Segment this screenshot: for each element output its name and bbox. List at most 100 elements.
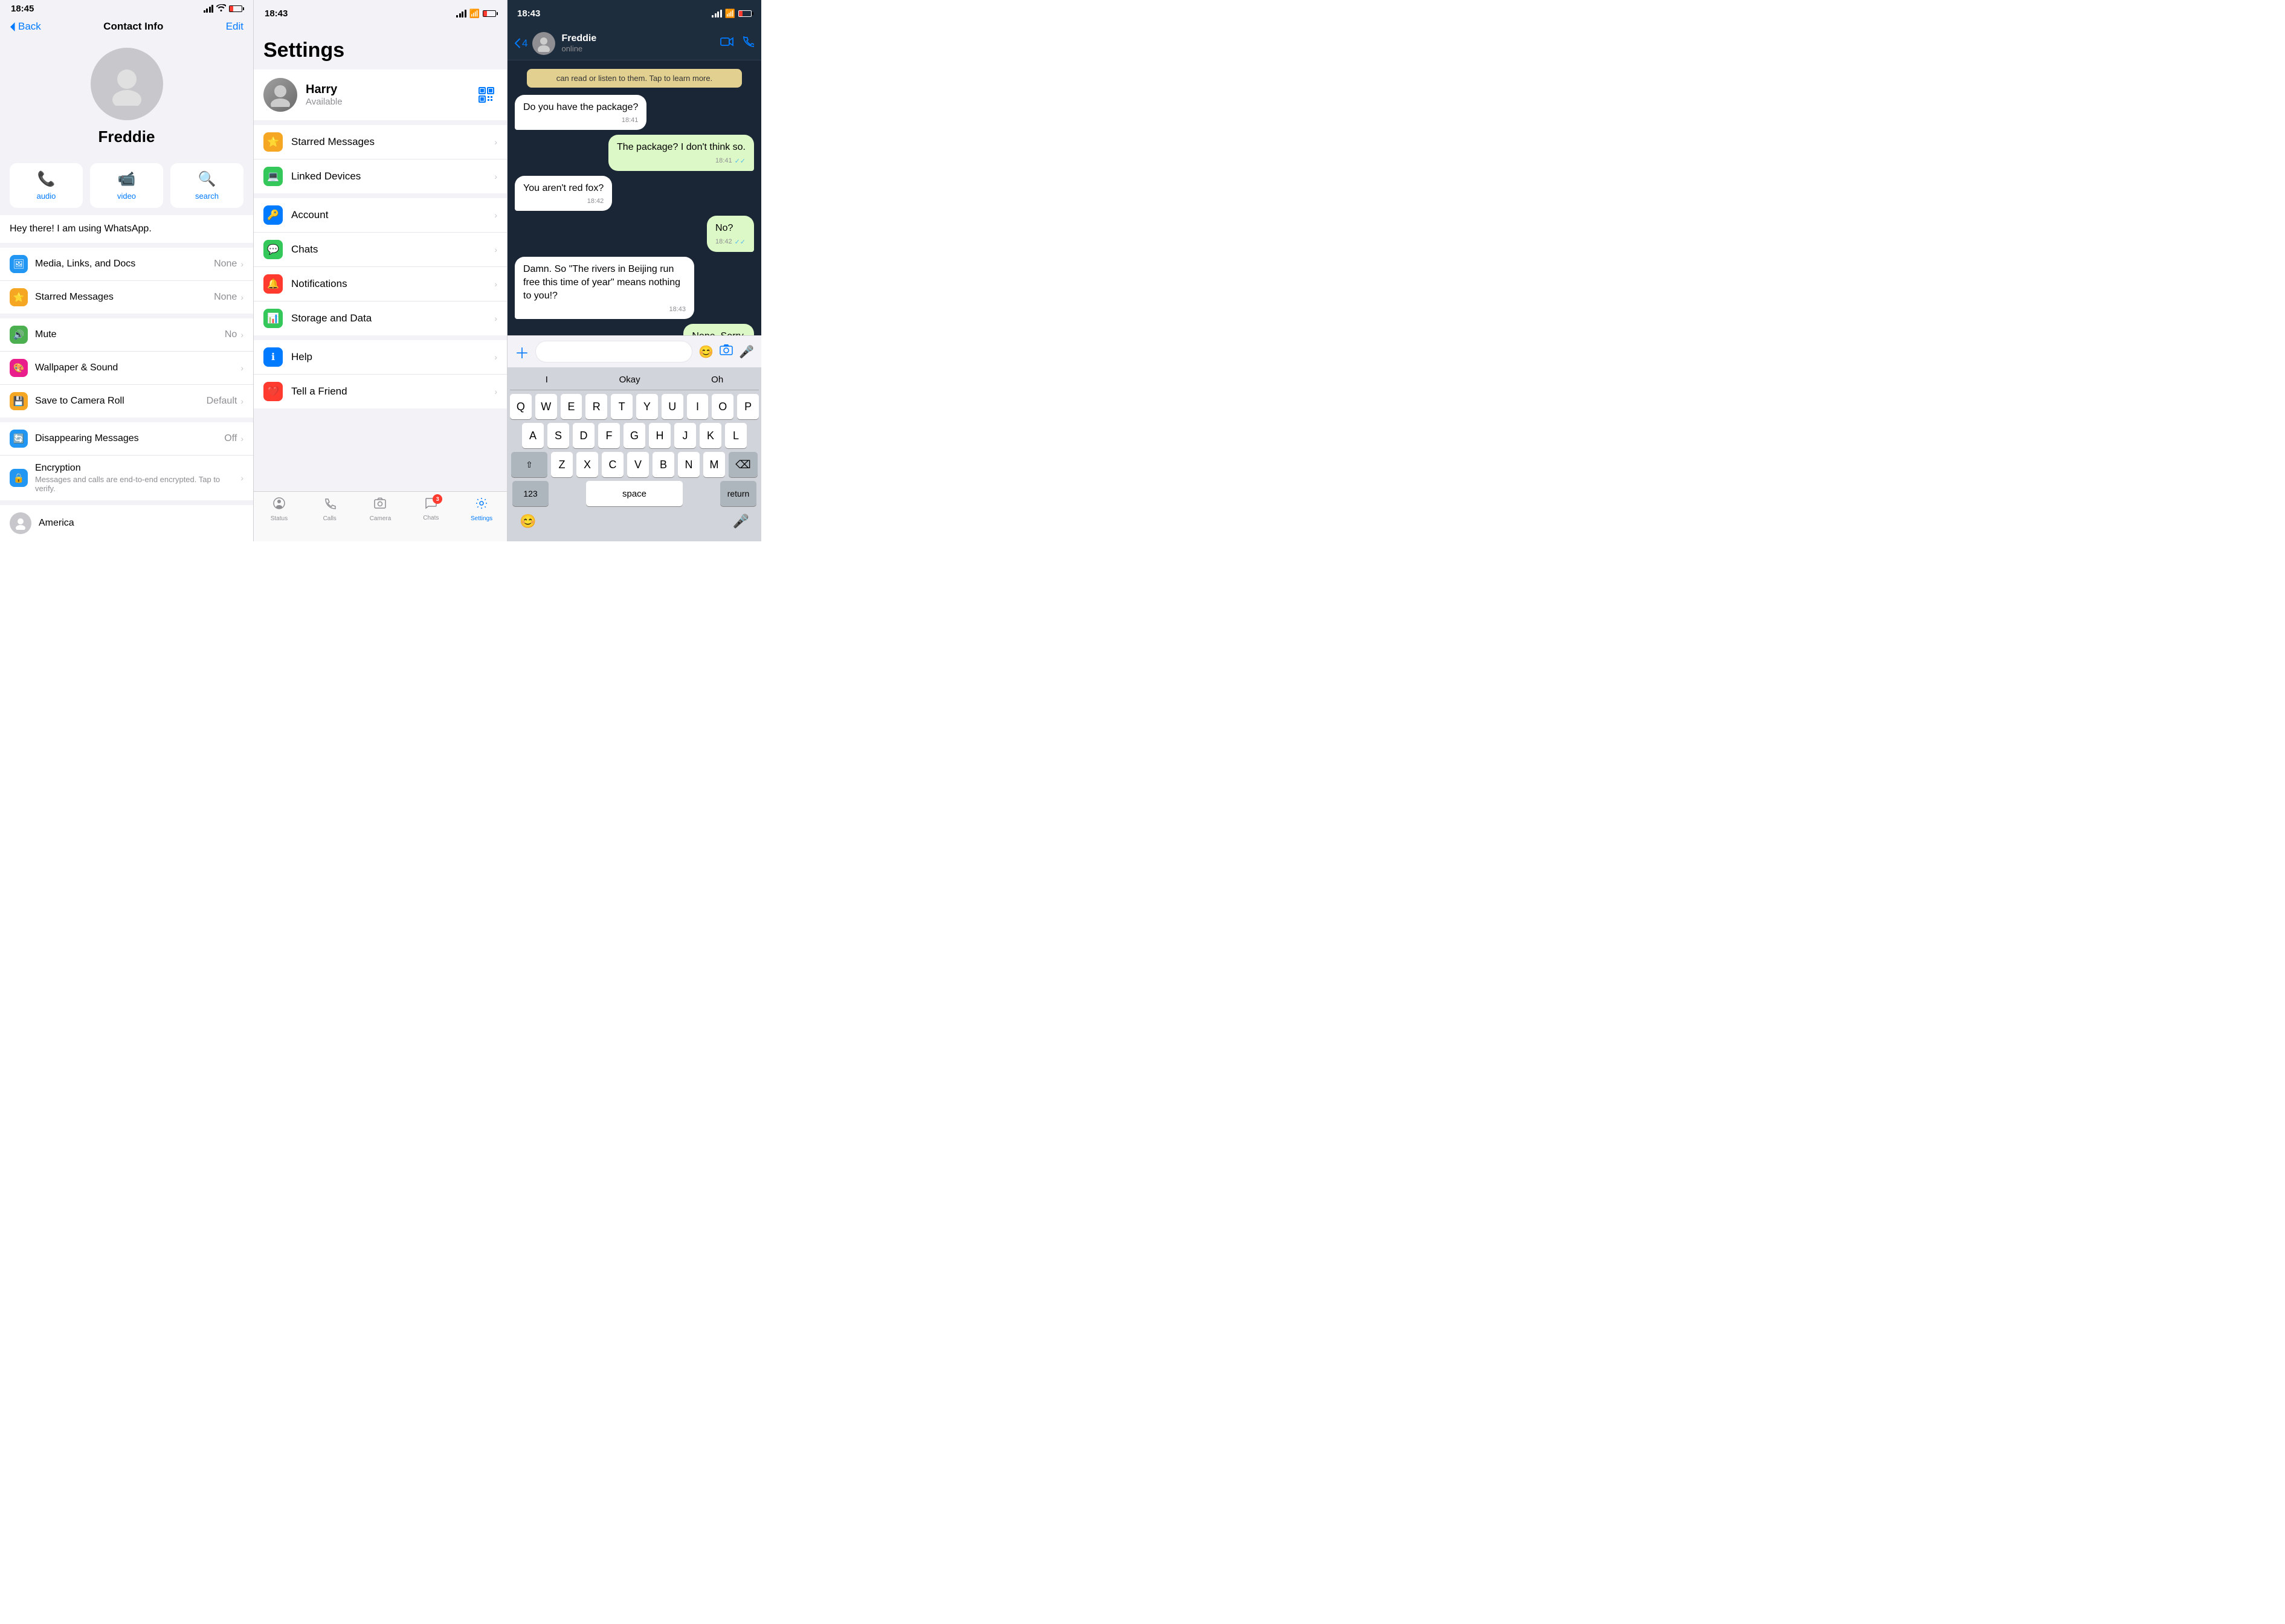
back-button[interactable]: 4 bbox=[515, 37, 527, 50]
chat-profile[interactable]: Freddie online bbox=[532, 32, 720, 55]
chat-nav-bar: 4 Freddie online bbox=[508, 27, 761, 60]
starred-label: Starred Messages bbox=[35, 292, 214, 303]
key-d[interactable]: D bbox=[573, 423, 595, 448]
wifi-icon: 📶 bbox=[469, 8, 480, 19]
chats-setting[interactable]: 💬 Chats › bbox=[254, 233, 507, 267]
media-links-item[interactable]: 🖼 Media, Links, and Docs None › bbox=[0, 248, 253, 281]
key-s[interactable]: S bbox=[547, 423, 569, 448]
key-r[interactable]: R bbox=[585, 394, 607, 419]
key-w[interactable]: W bbox=[535, 394, 557, 419]
chevron-icon: › bbox=[494, 210, 497, 220]
audio-call-button[interactable] bbox=[743, 36, 754, 51]
encryption-item[interactable]: 🔒 Encryption Messages and calls are end-… bbox=[0, 456, 253, 500]
suggestion-3[interactable]: Oh bbox=[711, 375, 723, 385]
dictation-button[interactable]: 🎤 bbox=[728, 509, 754, 534]
keyboard-bottom-row: 123 space return bbox=[510, 481, 759, 506]
edit-button[interactable]: Edit bbox=[226, 21, 243, 33]
mute-item[interactable]: 🔊 Mute No › bbox=[0, 318, 253, 352]
profile-card[interactable]: Harry Available bbox=[254, 69, 507, 120]
back-count: 4 bbox=[522, 37, 527, 50]
message-input[interactable] bbox=[535, 341, 692, 362]
audio-call-button[interactable]: 📞 audio bbox=[10, 163, 83, 208]
suggestion-2[interactable]: Okay bbox=[619, 375, 640, 385]
key-z[interactable]: Z bbox=[551, 452, 573, 477]
emoji-button[interactable]: 😊 bbox=[515, 509, 541, 534]
key-n[interactable]: N bbox=[678, 452, 700, 477]
message-2: The package? I don't think so. 18:41 ✓✓ bbox=[608, 135, 754, 170]
return-key[interactable]: return bbox=[720, 481, 756, 506]
notifications-setting[interactable]: 🔔 Notifications › bbox=[254, 267, 507, 301]
battery-icon bbox=[229, 5, 242, 12]
key-j[interactable]: J bbox=[674, 423, 696, 448]
key-u[interactable]: U bbox=[662, 394, 683, 419]
video-call-button[interactable]: 📹 video bbox=[90, 163, 163, 208]
key-l[interactable]: L bbox=[725, 423, 747, 448]
account-setting[interactable]: 🔑 Account › bbox=[254, 198, 507, 233]
key-c[interactable]: C bbox=[602, 452, 624, 477]
wallpaper-item[interactable]: 🎨 Wallpaper & Sound › bbox=[0, 352, 253, 385]
microphone-icon[interactable]: 🎤 bbox=[739, 344, 754, 359]
starred-messages-item[interactable]: ⭐ Starred Messages None › bbox=[0, 281, 253, 314]
help-setting[interactable]: ℹ Help › bbox=[254, 340, 507, 375]
tell-friend-setting[interactable]: ❤️ Tell a Friend › bbox=[254, 375, 507, 408]
key-x[interactable]: X bbox=[576, 452, 598, 477]
starred-messages-setting[interactable]: ⭐ Starred Messages › bbox=[254, 125, 507, 160]
message-1: Do you have the package? 18:41 bbox=[515, 95, 646, 130]
message-time: 18:41 bbox=[715, 157, 732, 164]
phone-icon: 📞 bbox=[37, 170, 56, 188]
key-b[interactable]: B bbox=[653, 452, 674, 477]
encryption-sublabel: Messages and calls are end-to-end encryp… bbox=[35, 475, 240, 493]
key-y[interactable]: Y bbox=[636, 394, 658, 419]
tab-status[interactable]: Status bbox=[254, 497, 305, 522]
linked-devices-setting[interactable]: 💻 Linked Devices › bbox=[254, 160, 507, 193]
key-k[interactable]: K bbox=[700, 423, 721, 448]
backspace-key[interactable]: ⌫ bbox=[729, 452, 758, 477]
key-m[interactable]: M bbox=[703, 452, 725, 477]
search-button[interactable]: 🔍 search bbox=[170, 163, 243, 208]
sticker-icon[interactable]: 😊 bbox=[698, 344, 714, 359]
key-o[interactable]: O bbox=[712, 394, 733, 419]
key-t[interactable]: T bbox=[611, 394, 633, 419]
key-v[interactable]: V bbox=[627, 452, 649, 477]
key-i[interactable]: I bbox=[687, 394, 709, 419]
tab-camera[interactable]: Camera bbox=[355, 497, 406, 522]
shift-key[interactable]: ⇧ bbox=[511, 452, 547, 477]
bottom-contact-item[interactable]: America bbox=[0, 505, 253, 541]
suggestion-1[interactable]: I bbox=[546, 375, 548, 385]
keyboard-row-1: Q W E R T Y U I O P bbox=[510, 394, 759, 419]
chevron-icon: › bbox=[240, 363, 243, 373]
tab-settings[interactable]: Settings bbox=[456, 497, 507, 522]
tab-calls[interactable]: Calls bbox=[305, 497, 355, 522]
tab-chats[interactable]: 3 Chats bbox=[405, 497, 456, 521]
back-button[interactable]: Back bbox=[10, 21, 41, 33]
key-h[interactable]: H bbox=[649, 423, 671, 448]
disappearing-messages-item[interactable]: 🔄 Disappearing Messages Off › bbox=[0, 422, 253, 456]
message-time: 18:42 bbox=[715, 238, 732, 245]
settings-tab-label: Settings bbox=[471, 515, 492, 522]
message-text: You aren't red fox? bbox=[523, 183, 604, 193]
key-g[interactable]: G bbox=[624, 423, 645, 448]
video-label: video bbox=[117, 192, 136, 201]
key-e[interactable]: E bbox=[561, 394, 582, 419]
numbers-key[interactable]: 123 bbox=[512, 481, 549, 506]
key-a[interactable]: A bbox=[522, 423, 544, 448]
chats-tab-label: Chats bbox=[423, 515, 439, 521]
camera-roll-item[interactable]: 💾 Save to Camera Roll Default › bbox=[0, 385, 253, 417]
add-attachment-button[interactable]: ＋ bbox=[515, 341, 529, 362]
key-f[interactable]: F bbox=[598, 423, 620, 448]
qr-code-button[interactable] bbox=[475, 84, 497, 106]
calls-tab-icon bbox=[323, 497, 337, 514]
help-label: Help bbox=[291, 351, 494, 363]
chat-contact-avatar bbox=[532, 32, 555, 55]
storage-setting[interactable]: 📊 Storage and Data › bbox=[254, 301, 507, 335]
key-p[interactable]: P bbox=[737, 394, 759, 419]
chevron-icon: › bbox=[240, 396, 243, 406]
status-time-2: 18:43 bbox=[265, 8, 288, 19]
message-text: Do you have the package? bbox=[523, 102, 638, 112]
video-call-button[interactable] bbox=[720, 36, 733, 51]
camera-icon[interactable] bbox=[720, 344, 733, 359]
message-4: No? 18:42 ✓✓ bbox=[707, 216, 754, 251]
space-key[interactable]: space bbox=[586, 481, 683, 506]
key-q[interactable]: Q bbox=[510, 394, 532, 419]
panel-settings: 18:43 📶 Settings bbox=[254, 0, 508, 541]
